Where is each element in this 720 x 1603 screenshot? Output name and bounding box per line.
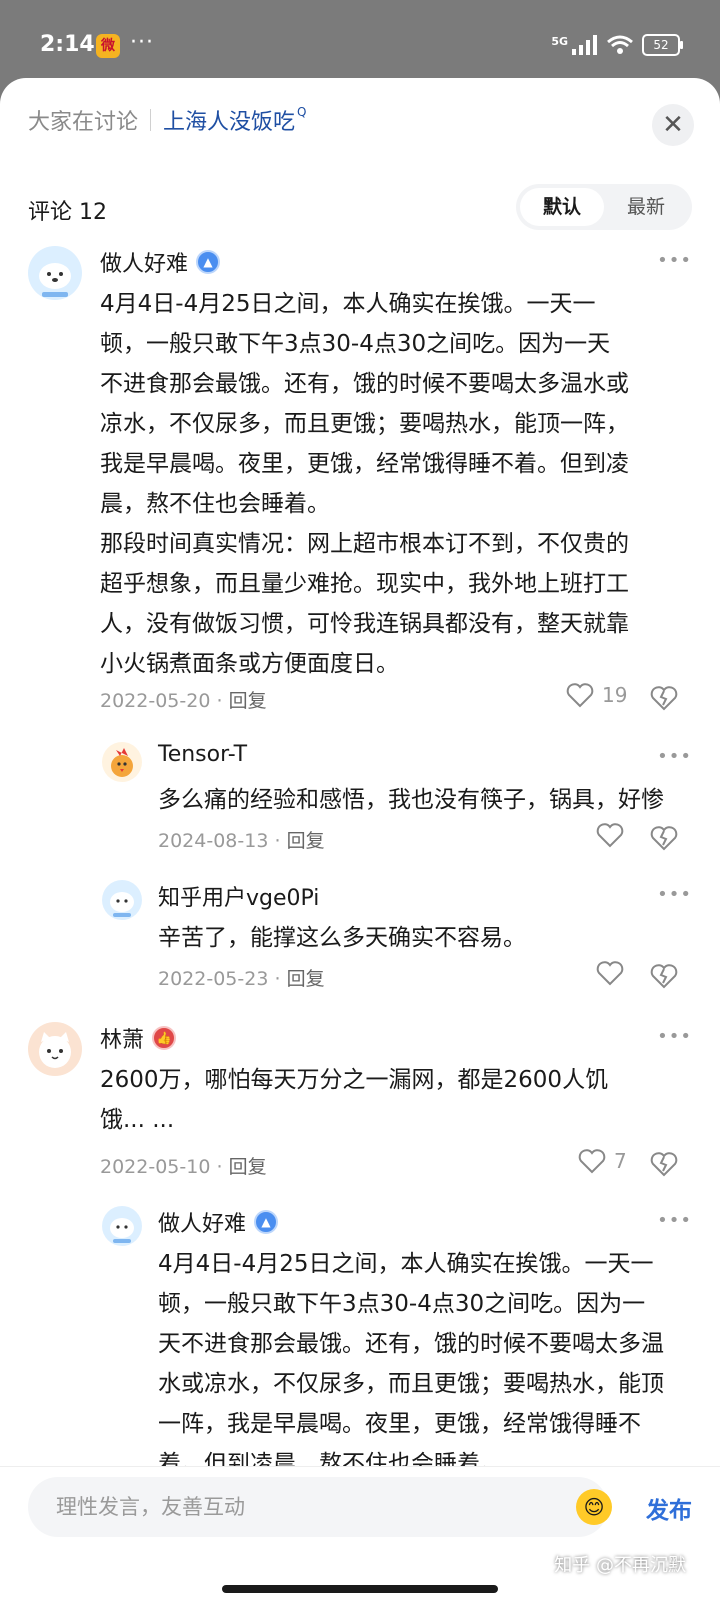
- divider: [150, 109, 152, 131]
- signal-icon: [572, 35, 597, 55]
- username[interactable]: Tensor-T: [158, 742, 247, 767]
- emoji-icon[interactable]: 😊: [576, 1489, 612, 1525]
- more-options-button[interactable]: •••: [657, 1026, 692, 1047]
- username-text: Tensor-T: [158, 742, 248, 767]
- like-button[interactable]: 19: [566, 682, 627, 708]
- comment-text: 4月4日-4月25日之间，本人确实在挨饿。一天一 顿，一般只敢下午3点30-4点…: [100, 284, 629, 684]
- comment-line: 晨，熬不住也会睡着。: [100, 491, 330, 517]
- username-text: 做人好难: [158, 1212, 247, 1237]
- comment-line: 顿，一般只敢下午3点30-4点30之间吃。因为一: [158, 1291, 646, 1317]
- comment-text: 4月4日-4月25日之间，本人确实在挨饿。一天一 顿，一般只敢下午3点30-4点…: [158, 1244, 664, 1484]
- more-options-button[interactable]: •••: [657, 1210, 692, 1231]
- comment-line: 一阵，我是早晨喝。夜里，更饿，经常饿得睡不: [158, 1411, 641, 1437]
- comment-line: 饿... ...: [100, 1107, 175, 1133]
- heart-icon: [596, 961, 624, 986]
- comment-line: 凉水，不仅尿多，而且更饿；要喝热水，能顶一阵，: [100, 411, 629, 437]
- status-time: 2:14: [40, 32, 95, 57]
- thumbs-up-badge-icon: 👍: [152, 1026, 177, 1050]
- comment-line: 4月4日-4月25日之间，本人确实在挨饿。一天一: [100, 291, 596, 317]
- sort-default-tab[interactable]: 默认: [520, 188, 604, 226]
- publish-button[interactable]: 发布: [646, 1491, 692, 1525]
- close-icon: ✕: [662, 110, 684, 140]
- broken-heart-icon[interactable]: [650, 1150, 678, 1178]
- comment-line: 超乎想象，而且量少难抢。现实中，我外地上班打工: [100, 571, 629, 597]
- comment-meta: 2022-05-23 · 回复: [158, 968, 325, 990]
- comment-meta: 2022-05-10 · 回复: [100, 1156, 267, 1178]
- comment-line: 人，没有做饭习惯，可怜我连锅具都没有，整天就靠: [100, 611, 629, 637]
- heart-icon: [578, 1149, 606, 1174]
- more-options-button[interactable]: •••: [657, 250, 692, 271]
- heart-icon: [596, 823, 624, 848]
- like-button[interactable]: [596, 960, 624, 986]
- topic-link[interactable]: 上海人没饭吃: [163, 104, 295, 136]
- topic-label: 大家在讨论: [28, 110, 139, 135]
- status-indicators: 5G 52: [551, 34, 683, 56]
- username-text: 林萧: [100, 1028, 145, 1053]
- avatar[interactable]: [102, 880, 142, 920]
- comment-line: 水或凉水，不仅尿多，而且更饿；要喝热水，能顶: [158, 1371, 664, 1397]
- status-bar: 2:14 微 ··· 5G 52: [0, 0, 720, 80]
- username-text: 做人好难: [100, 252, 189, 277]
- avatar[interactable]: [102, 1206, 142, 1246]
- reply-button[interactable]: 回复: [287, 968, 325, 990]
- comment-line: 小火锅煮面条或方便面度日。: [100, 651, 399, 677]
- heart-icon: [566, 683, 594, 708]
- home-indicator[interactable]: [222, 1585, 498, 1593]
- comment-input[interactable]: 理性发言，友善互动: [28, 1477, 608, 1537]
- avatar[interactable]: [28, 1022, 82, 1076]
- comment-line: 那段时间真实情况：网上超市根本订不到，不仅贵的: [100, 531, 629, 557]
- watermark: 知乎 @不再沉默: [554, 1555, 686, 1576]
- reply-button[interactable]: 回复: [229, 690, 267, 712]
- creator-badge-icon: ▲: [254, 1210, 279, 1234]
- comment-line: 不进食那会最饿。还有，饿的时候不要喝太多温水或: [100, 371, 629, 397]
- creator-badge-icon: ▲: [196, 250, 221, 274]
- username[interactable]: 做人好难 ▲: [100, 246, 221, 278]
- sort-latest-tab[interactable]: 最新: [604, 188, 688, 226]
- sort-toggle: 默认 最新: [516, 184, 692, 230]
- more-options-button[interactable]: •••: [657, 746, 692, 767]
- comment-line: 天不进食那会最饿。还有，饿的时候不要喝太多温: [158, 1331, 664, 1357]
- broken-heart-icon[interactable]: [650, 684, 678, 712]
- reply-button[interactable]: 回复: [287, 830, 325, 852]
- weibo-icon: 微: [96, 34, 120, 58]
- comment-text: 多么痛的经验和感悟，我也没有筷子，锅具，好惨: [158, 787, 664, 813]
- network-type: 5G: [551, 34, 568, 48]
- comment-line: 顿，一般只敢下午3点30-4点30之间吃。因为一天: [100, 331, 611, 357]
- comment-line: 我是早晨喝。夜里，更饿，经常饿得睡不着。但到凌: [100, 451, 629, 477]
- comment-text: 辛苦了，能撑这么多天确实不容易。: [158, 925, 526, 951]
- broken-heart-icon[interactable]: [650, 824, 678, 852]
- close-button[interactable]: ✕: [652, 104, 694, 146]
- comment-count: 评论 12: [28, 200, 107, 225]
- like-button[interactable]: [596, 822, 624, 848]
- comment-line: 2600万，哪怕每天万分之一漏网，都是2600人饥: [100, 1067, 609, 1093]
- avatar[interactable]: [28, 246, 82, 300]
- username[interactable]: 知乎用户vge0Pi: [158, 880, 319, 912]
- like-button[interactable]: 7: [578, 1148, 627, 1174]
- username-text: 知乎用户vge0Pi: [158, 886, 320, 911]
- topic-header[interactable]: 大家在讨论 上海人没饭吃 Q: [28, 104, 306, 136]
- more-notifications-icon: ···: [130, 30, 154, 55]
- battery-icon: 52: [642, 34, 683, 56]
- like-count: 19: [602, 683, 628, 707]
- wifi-icon: [607, 35, 633, 54]
- comment-sheet: 大家在讨论 上海人没饭吃 Q ✕ 评论 12 默认 最新 做人好难 ▲ ••• …: [0, 78, 720, 1602]
- comment-text: 2600万，哪怕每天万分之一漏网，都是2600人饥 饿... ...: [100, 1060, 608, 1140]
- like-count: 7: [614, 1149, 627, 1173]
- broken-heart-icon[interactable]: [650, 962, 678, 990]
- more-options-button[interactable]: •••: [657, 884, 692, 905]
- username[interactable]: 做人好难 ▲: [158, 1206, 279, 1238]
- comment-date: 2022-05-10: [100, 1156, 211, 1178]
- comment-date: 2022-05-23: [158, 968, 269, 990]
- avatar[interactable]: [102, 742, 142, 782]
- comment-date: 2024-08-13: [158, 830, 269, 852]
- comment-meta: 2022-05-20 · 回复: [100, 690, 267, 712]
- reply-button[interactable]: 回复: [229, 1156, 267, 1178]
- search-icon: Q: [297, 105, 307, 119]
- comment-date: 2022-05-20: [100, 690, 211, 712]
- comment-line: 4月4日-4月25日之间，本人确实在挨饿。一天一: [158, 1251, 654, 1277]
- comment-input-bar: 理性发言，友善互动 😊 发布 知乎 @不再沉默: [0, 1466, 720, 1603]
- username[interactable]: 林萧 👍: [100, 1022, 177, 1054]
- comment-meta: 2024-08-13 · 回复: [158, 830, 325, 852]
